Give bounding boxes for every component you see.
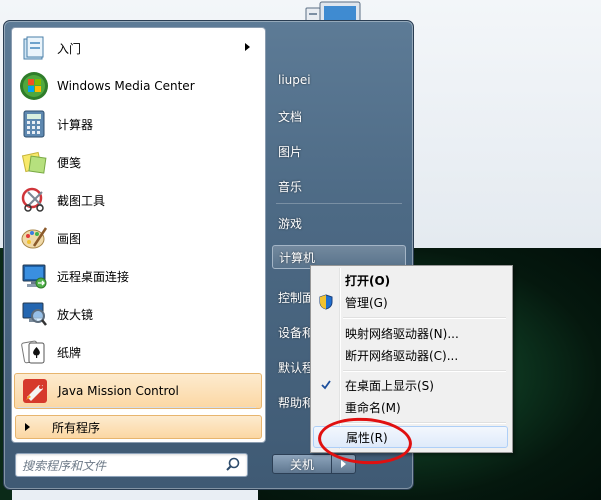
solitaire-icon xyxy=(18,336,50,368)
search-icon[interactable] xyxy=(224,456,244,473)
right-item-games[interactable]: 游戏 xyxy=(272,211,406,235)
paint-icon xyxy=(18,222,50,254)
program-item-magnifier[interactable]: 放大镜 xyxy=(14,297,260,331)
menu-item-label: 重命名(M) xyxy=(345,400,401,415)
submenu-arrow-icon xyxy=(245,43,250,51)
right-item-label: 文档 xyxy=(278,109,303,124)
program-label: 截图工具 xyxy=(57,193,106,208)
program-item-snipping-tool[interactable]: 截图工具 xyxy=(14,183,260,217)
media-center-icon xyxy=(18,70,50,102)
right-item-label: 帮助和 xyxy=(278,395,315,410)
expand-arrow-icon xyxy=(25,423,30,431)
program-item-sticky-notes[interactable]: 便笺 xyxy=(14,145,260,179)
getting-started-icon xyxy=(18,32,50,64)
program-label: 入门 xyxy=(57,41,82,56)
right-item-label: liupei xyxy=(278,73,311,87)
program-item-getting-started[interactable]: 入门 xyxy=(14,31,260,65)
program-item-windows-media-center[interactable]: Windows Media Center xyxy=(14,69,260,103)
right-item-documents[interactable]: 文档 xyxy=(272,104,406,128)
program-label: Java Mission Control xyxy=(58,384,179,398)
program-item-solitaire[interactable]: 纸牌 xyxy=(14,335,260,369)
program-label: Windows Media Center xyxy=(57,79,195,93)
checkmark-icon xyxy=(317,376,335,394)
menu-item-label: 在桌面上显示(S) xyxy=(345,378,434,393)
right-separator xyxy=(276,203,402,204)
program-item-java-mission-control[interactable]: Java Mission Control xyxy=(14,373,262,409)
all-programs-label: 所有程序 xyxy=(52,420,101,435)
menu-item-label: 管理(G) xyxy=(345,295,388,310)
menu-item-label: 映射网络驱动器(N)... xyxy=(345,326,459,341)
snipping-tool-icon xyxy=(18,184,50,216)
chevron-right-icon xyxy=(341,460,346,468)
right-item-label: 计算机 xyxy=(279,250,316,265)
program-label: 画图 xyxy=(57,231,82,246)
remote-desktop-icon xyxy=(18,260,50,292)
menu-item-open[interactable]: 打开(O) xyxy=(313,269,508,291)
search-field[interactable] xyxy=(15,453,248,477)
menu-item-manage[interactable]: 管理(G) xyxy=(313,291,508,313)
menu-item-disconnect-network-drive[interactable]: 断开网络驱动器(C)... xyxy=(313,344,508,366)
right-item-music[interactable]: 音乐 xyxy=(272,174,406,198)
programs-separator xyxy=(18,407,256,408)
menu-item-show-on-desktop[interactable]: 在桌面上显示(S) xyxy=(313,374,508,396)
menu-item-rename[interactable]: 重命名(M) xyxy=(313,396,508,418)
calculator-icon xyxy=(18,108,50,140)
menu-item-map-network-drive[interactable]: 映射网络驱动器(N)... xyxy=(313,322,508,344)
program-label: 远程桌面连接 xyxy=(57,269,130,284)
right-item-label: 游戏 xyxy=(278,216,303,231)
search-input[interactable] xyxy=(20,456,220,475)
program-item-calculator[interactable]: 计算器 xyxy=(14,107,260,141)
menu-item-label: 断开网络驱动器(C)... xyxy=(345,348,459,363)
program-item-remote-desktop[interactable]: 远程桌面连接 xyxy=(14,259,260,293)
all-programs-button[interactable]: 所有程序 xyxy=(15,415,262,439)
menu-item-label: 打开(O) xyxy=(345,273,391,288)
menu-separator xyxy=(343,317,506,319)
right-item-label: 设备和 xyxy=(278,325,315,340)
uac-shield-icon xyxy=(317,293,335,311)
java-mission-control-icon xyxy=(19,375,51,407)
program-label: 纸牌 xyxy=(57,345,82,360)
right-item-pictures[interactable]: 图片 xyxy=(272,139,406,163)
magnifier-icon xyxy=(18,298,50,330)
right-item-label: 默认程 xyxy=(278,360,315,375)
program-label: 便笺 xyxy=(57,155,82,170)
right-item-user-folder[interactable]: liupei xyxy=(272,68,406,92)
program-label: 放大镜 xyxy=(57,307,94,322)
program-item-paint[interactable]: 画图 xyxy=(14,221,260,255)
right-item-label: 控制面 xyxy=(278,290,315,305)
right-item-label: 音乐 xyxy=(278,179,303,194)
menu-separator xyxy=(343,370,506,372)
program-label: 计算器 xyxy=(57,117,94,132)
shutdown-button[interactable]: 关机 xyxy=(272,454,332,474)
right-item-label: 图片 xyxy=(278,144,303,159)
sticky-notes-icon xyxy=(18,146,50,178)
shutdown-label: 关机 xyxy=(289,457,314,472)
